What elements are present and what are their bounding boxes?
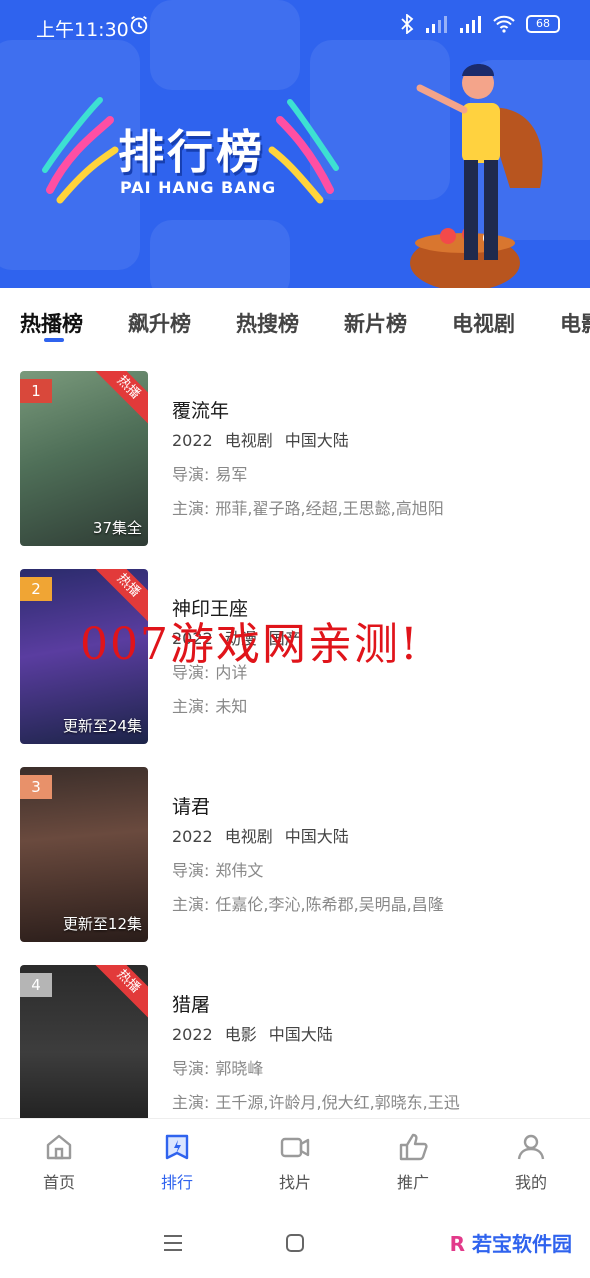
item-director: 导演: 郑伟文 (172, 861, 264, 880)
episode-count: 37集全 (92, 519, 142, 537)
wifi-icon (493, 15, 515, 33)
list-item[interactable]: 3 更新至12集 请君 2022 电视剧 中国大陆 导演: 郑伟文 主演: 任嘉伦,李沁… (0, 754, 590, 942)
alarm-icon (130, 15, 148, 35)
nav-label: 找片 (278, 1173, 311, 1192)
rank-badge: 1 (20, 379, 52, 403)
rank-tabs: 热播榜 飙升榜 热搜榜 新片榜 电视剧 电影 (0, 288, 590, 358)
poster-image[interactable]: 4 热播 (20, 965, 148, 1118)
nav-label: 推广 (396, 1173, 429, 1192)
status-time: 上午11:30 (36, 19, 129, 41)
tab-hot-play[interactable]: 热播榜 (20, 308, 83, 338)
nav-label: 首页 (42, 1173, 75, 1192)
bottom-navigation: 首页 排行 找片 推广 我的 (0, 1118, 590, 1206)
rank-badge: 4 (20, 973, 52, 997)
nav-promote[interactable]: 推广 (373, 1131, 453, 1193)
list-item[interactable]: 1 热播 37集全 覆流年 2022 电视剧 中国大陆 导演: 易军 主演: 邢菲,翟子… (0, 358, 590, 546)
item-meta: 2022 电视剧 中国大陆 (172, 827, 349, 846)
home-icon (46, 1134, 72, 1160)
episode-count: 更新至12集 (62, 915, 142, 933)
item-meta: 2022 电视剧 中国大陆 (172, 431, 349, 450)
rank-badge: 3 (20, 775, 52, 799)
battery-indicator: 68 (526, 15, 560, 33)
item-cast: 主演: 邢菲,翟子路,经超,王思懿,高旭阳 (172, 499, 444, 518)
item-cast: 主演: 未知 (172, 697, 248, 716)
item-meta: 2022 电影 中国大陆 (172, 1025, 333, 1044)
profile-icon (517, 1134, 545, 1160)
banner-logo: 排行榜 PAI HANG BANG (40, 90, 340, 220)
signal-icon-2 (460, 16, 481, 33)
home-square-icon[interactable] (285, 1233, 305, 1253)
poster-image[interactable]: 1 热播 37集全 (20, 371, 148, 546)
nav-label: 排行 (160, 1173, 193, 1192)
tab-rising[interactable]: 飙升榜 (128, 308, 191, 338)
list-item[interactable]: 4 热播 猎屠 2022 电影 中国大陆 导演: 郭晓峰 主演: 王千源,许龄月,倪大红… (0, 952, 590, 1118)
tab-tv-series[interactable]: 电视剧 (452, 308, 515, 338)
tab-hot-search[interactable]: 热搜榜 (236, 308, 299, 338)
video-icon (280, 1137, 310, 1158)
active-tab-indicator (44, 338, 64, 342)
promote-icon (399, 1133, 428, 1161)
rank-badge: 2 (20, 577, 52, 601)
menu-icon[interactable] (163, 1234, 183, 1252)
ranking-banner: 上午11:30 68 排行榜 PAI HANG BANG (0, 0, 590, 288)
banner-subtitle: PAI HANG BANG (120, 178, 277, 197)
item-cast: 主演: 任嘉伦,李沁,陈希郡,吴明晶,昌隆 (172, 895, 444, 914)
brand-watermark: R 若宝软件园 (449, 1232, 572, 1256)
item-cast: 主演: 王千源,许龄月,倪大红,郭晓东,王迅 (172, 1093, 460, 1112)
nav-ranking[interactable]: 排行 (137, 1131, 217, 1193)
item-director: 导演: 郭晓峰 (172, 1059, 264, 1078)
signal-icon (426, 16, 447, 33)
hot-badge: 热播 (91, 371, 148, 425)
ranking-icon (165, 1134, 189, 1160)
poster-image[interactable]: 3 更新至12集 (20, 767, 148, 942)
item-director: 导演: 易军 (172, 465, 248, 484)
nav-label: 我的 (514, 1173, 547, 1192)
hot-badge: 热播 (91, 965, 148, 1019)
ranking-list: 1 热播 37集全 覆流年 2022 电视剧 中国大陆 导演: 易军 主演: 邢菲,翟子… (0, 358, 590, 1118)
tab-movie[interactable]: 电影 (560, 308, 590, 338)
watermark-text: 007游戏网亲测! (80, 619, 420, 670)
nav-find[interactable]: 找片 (255, 1131, 335, 1193)
bluetooth-icon (401, 14, 414, 34)
banner-title: 排行榜 (118, 125, 265, 179)
nav-mine[interactable]: 我的 (491, 1131, 571, 1193)
system-navigation-bar: R 若宝软件园 (0, 1206, 590, 1278)
character-illustration-icon (410, 64, 543, 288)
item-title[interactable]: 猎屠 (172, 990, 572, 1020)
nav-home[interactable]: 首页 (19, 1131, 99, 1193)
item-title[interactable]: 覆流年 (172, 396, 572, 426)
tab-new[interactable]: 新片榜 (344, 308, 407, 338)
episode-count: 更新至24集 (62, 717, 142, 735)
item-title[interactable]: 请君 (172, 792, 572, 822)
